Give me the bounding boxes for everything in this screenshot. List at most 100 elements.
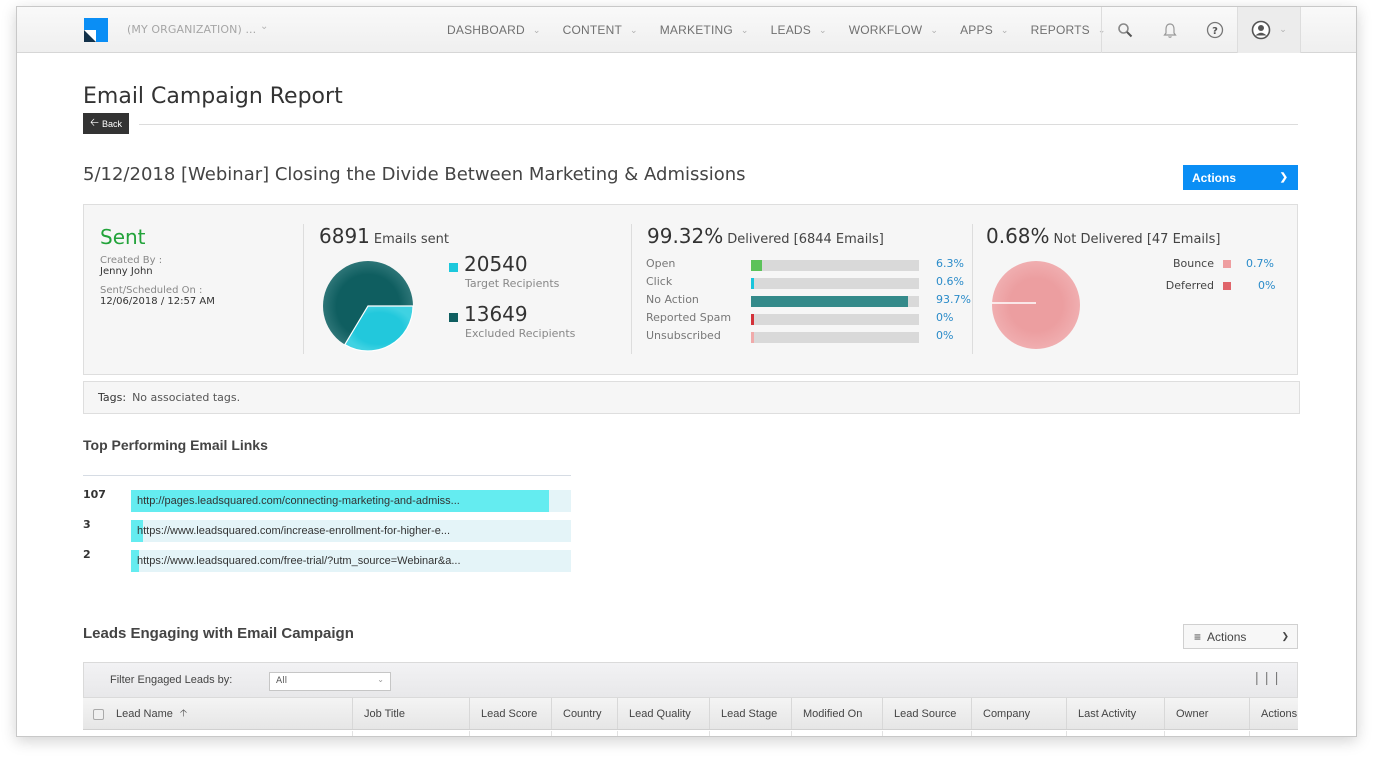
menu-icon: ≡	[1194, 629, 1202, 644]
select-all-checkbox[interactable]	[93, 708, 104, 720]
column-label: Lead Name	[116, 708, 173, 720]
leads-actions-dropdown[interactable]: ≡ Actions ❯	[1183, 624, 1298, 649]
legend-swatch-target	[449, 263, 458, 272]
menu-item-marketing[interactable]: MARKETING ⌄	[660, 23, 749, 37]
filter-label: Filter Engaged Leads by:	[110, 674, 233, 686]
help-icon[interactable]: ?	[1192, 7, 1237, 53]
emails-sent-heading: 6891 Emails sent	[319, 224, 449, 248]
column-header-lead-score[interactable]: Lead Score	[470, 698, 552, 729]
link-url[interactable]: https://www.leadsquared.com/free-trial/?…	[137, 555, 461, 567]
column-header-country[interactable]: Country	[552, 698, 618, 729]
divider	[303, 224, 304, 354]
table-cell	[792, 731, 883, 736]
column-header-actions[interactable]: Actions	[1250, 698, 1298, 729]
created-by-label: Created By :	[100, 255, 163, 266]
chevron-down-icon: ⌄	[629, 24, 638, 35]
column-label: Lead Score	[481, 708, 538, 720]
link-bar[interactable]: http://pages.leadsquared.com/connecting-…	[131, 490, 571, 512]
link-url[interactable]: http://pages.leadsquared.com/connecting-…	[137, 495, 460, 507]
link-row: 2 https://www.leadsquared.com/free-trial…	[83, 548, 571, 572]
delivery-row-click: Click 0.6%	[646, 274, 986, 292]
delivery-row-unsubscribed: Unsubscribed 0%	[646, 328, 986, 346]
app-window: (MY ORGANIZATION) ... ⌄ DASHBOARD ⌄ CONTE…	[16, 6, 1357, 737]
not-delivered-heading: 0.68% Not Delivered [47 Emails]	[986, 224, 1220, 248]
bar-track	[751, 332, 919, 343]
deferred-value[interactable]: 0%	[1258, 279, 1275, 292]
chevron-down-icon: ⌄	[1000, 24, 1009, 35]
menu-item-label: REPORTS	[1030, 23, 1090, 37]
bar-fill-open	[751, 260, 762, 271]
table-cell	[972, 731, 1067, 736]
delivered-percent: 99.32%	[647, 224, 724, 248]
organization-name[interactable]: (MY ORGANIZATION) ...	[127, 23, 256, 36]
menu-item-content[interactable]: CONTENT ⌄	[563, 23, 638, 37]
user-avatar-icon	[1251, 20, 1271, 40]
menu-item-label: WORKFLOW	[848, 23, 923, 37]
tags-bar: Tags: No associated tags.	[83, 381, 1300, 414]
menu-item-apps[interactable]: APPS ⌄	[960, 23, 1009, 37]
menu-item-workflow[interactable]: WORKFLOW ⌄	[849, 23, 938, 37]
bar-value[interactable]: 93.7%	[936, 293, 971, 306]
tags-label: Tags:	[98, 391, 127, 404]
menu-item-dashboard[interactable]: DASHBOARD ⌄	[447, 23, 541, 37]
chevron-down-icon: ❯	[1279, 172, 1288, 183]
column-header-company[interactable]: Company	[972, 698, 1067, 729]
bar-value[interactable]: 0%	[936, 329, 953, 342]
chevron-down-icon[interactable]: ⌄	[260, 21, 268, 32]
engaged-leads-filter-select[interactable]: All ⌄	[269, 672, 391, 691]
column-chooser-icon[interactable]: ❘❘❘	[1251, 671, 1282, 686]
leads-table-header: Lead Name 🡡 Job Title Lead Score Country…	[83, 698, 1298, 730]
menu-item-label: CONTENT	[562, 23, 622, 37]
column-label: Lead Quality	[629, 708, 691, 720]
back-button[interactable]: 🡠 Back	[83, 113, 129, 134]
bell-icon[interactable]	[1147, 7, 1192, 53]
actions-label: Actions	[1192, 170, 1237, 185]
menu-item-leads[interactable]: LEADS ⌄	[771, 23, 827, 37]
column-label: Lead Source	[894, 708, 957, 720]
column-header-job-title[interactable]: Job Title	[353, 698, 470, 729]
main-menu: DASHBOARD ⌄ CONTENT ⌄ MARKETING ⌄ LEADS ⌄ WO…	[447, 7, 1128, 53]
column-label: Owner	[1176, 708, 1209, 720]
campaign-actions-dropdown[interactable]: Actions ❯	[1183, 165, 1298, 190]
link-url[interactable]: https://www.leadsquared.com/increase-enr…	[137, 525, 450, 537]
sent-on-value: 12/06/2018 / 12:57 AM	[100, 296, 215, 307]
menu-item-label: LEADS	[770, 23, 811, 37]
user-menu[interactable]: ⌄	[1237, 7, 1301, 53]
menu-item-reports[interactable]: REPORTS ⌄	[1031, 23, 1106, 37]
divider	[83, 475, 571, 476]
divider	[139, 124, 1298, 125]
column-header-last-activity[interactable]: Last Activity	[1067, 698, 1165, 729]
bar-value[interactable]: 6.3%	[936, 257, 964, 270]
column-label: Country	[563, 708, 602, 720]
column-label: Actions	[1261, 708, 1298, 720]
column-header-lead-name[interactable]: Lead Name 🡡	[83, 698, 353, 729]
actions-label: Actions	[1207, 629, 1247, 644]
bar-track	[751, 314, 919, 325]
bar-fill-unsubscribed	[751, 332, 755, 343]
created-by-value: Jenny John	[100, 266, 153, 277]
link-row: 3 https://www.leadsquared.com/increase-e…	[83, 518, 571, 542]
excluded-recipients-label: Excluded Recipients	[465, 327, 576, 340]
bar-value[interactable]: 0.6%	[936, 275, 964, 288]
divider	[631, 224, 632, 354]
bar-fill-no-action	[751, 296, 909, 307]
campaign-summary-panel: Sent Created By : Jenny John Sent/Schedu…	[83, 204, 1298, 375]
search-icon[interactable]	[1102, 7, 1147, 53]
column-header-lead-quality[interactable]: Lead Quality	[618, 698, 710, 729]
table-cell	[618, 731, 710, 736]
column-header-modified-on[interactable]: Modified On	[792, 698, 883, 729]
link-bar[interactable]: https://www.leadsquared.com/increase-enr…	[131, 520, 571, 542]
column-header-lead-source[interactable]: Lead Source	[883, 698, 972, 729]
column-label: Last Activity	[1078, 708, 1137, 720]
legend-swatch-deferred	[1223, 282, 1231, 290]
table-cell	[883, 731, 972, 736]
column-header-lead-stage[interactable]: Lead Stage	[710, 698, 792, 729]
column-label: Company	[983, 708, 1031, 720]
column-header-owner[interactable]: Owner	[1165, 698, 1250, 729]
link-bar[interactable]: https://www.leadsquared.com/free-trial/?…	[131, 550, 571, 572]
bounce-value[interactable]: 0.7%	[1246, 257, 1274, 270]
bar-value[interactable]: 0%	[936, 311, 953, 324]
logo-icon[interactable]	[84, 18, 108, 42]
legend-label: Bounce	[1172, 257, 1214, 270]
chevron-down-icon: ❯	[1281, 631, 1289, 641]
